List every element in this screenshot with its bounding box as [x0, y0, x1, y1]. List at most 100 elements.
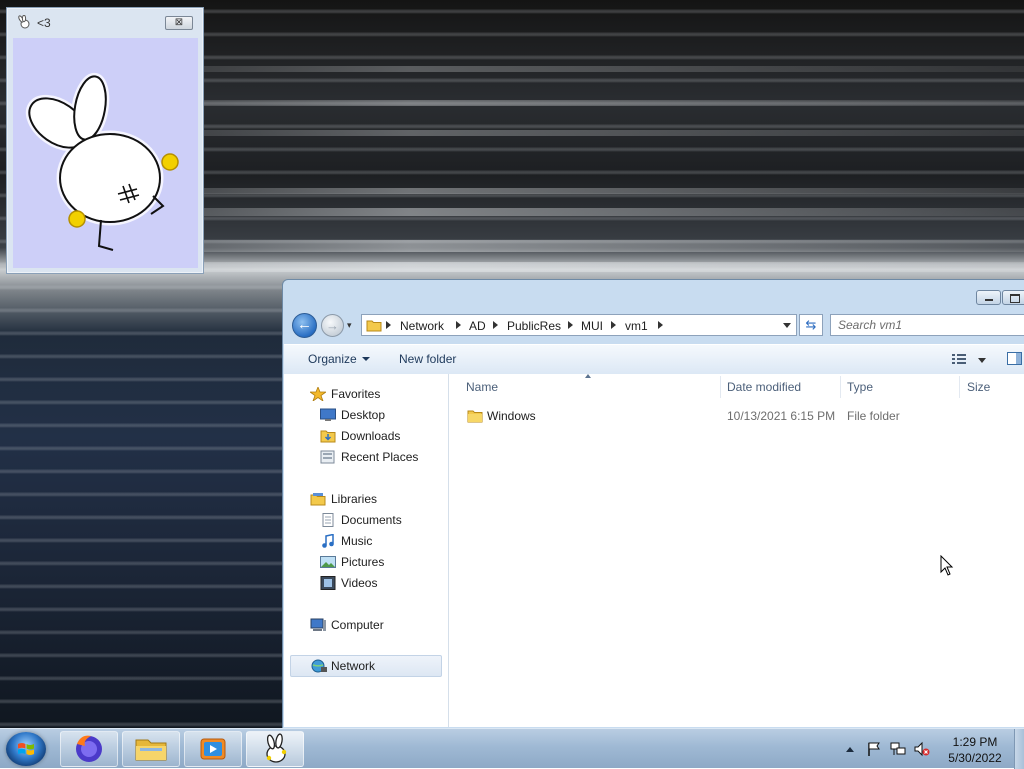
- bunny-app-icon: [266, 733, 287, 763]
- file-name: Windows: [487, 409, 536, 423]
- media-player-icon: [200, 738, 226, 760]
- column-header-date-modified[interactable]: Date modified: [727, 380, 801, 394]
- bunny-app-icon: [17, 14, 31, 29]
- nav-label: Recent Places: [341, 450, 419, 464]
- column-header-size[interactable]: Size: [967, 380, 990, 394]
- chevron-down-icon: [361, 357, 370, 361]
- action-center-flag-icon[interactable]: [866, 741, 882, 757]
- network-status-icon[interactable]: [890, 741, 906, 757]
- column-header-name[interactable]: Name: [466, 380, 498, 394]
- taskbar-explorer-button[interactable]: [122, 731, 180, 767]
- organize-button[interactable]: Organize: [308, 352, 370, 366]
- address-bar[interactable]: Network AD PublicRes MUI vm1: [361, 314, 797, 336]
- bunny-illustration: [25, 72, 179, 251]
- column-divider[interactable]: [959, 376, 960, 398]
- pictures-icon: [320, 555, 336, 569]
- gadget-close-button[interactable]: ⊠: [165, 16, 193, 30]
- file-type: File folder: [847, 409, 900, 423]
- column-divider[interactable]: [720, 376, 721, 398]
- documents-icon: [320, 513, 336, 527]
- nav-item-network[interactable]: Network: [290, 655, 442, 677]
- nav-label: Pictures: [341, 555, 385, 569]
- breadcrumb-separator-icon[interactable]: [456, 321, 461, 329]
- back-button[interactable]: ←: [292, 313, 317, 338]
- start-button[interactable]: [6, 732, 46, 766]
- minimize-button[interactable]: [976, 290, 1001, 305]
- nav-item-videos[interactable]: Videos: [320, 573, 440, 593]
- forward-button[interactable]: →: [321, 314, 344, 337]
- windows-logo-icon: [18, 743, 34, 755]
- breadcrumb-separator-icon[interactable]: [493, 321, 498, 329]
- clock-time[interactable]: 1:29 PM: [940, 735, 1010, 749]
- search-input[interactable]: [830, 314, 1024, 336]
- network-globe-icon: [311, 659, 327, 673]
- table-row[interactable]: Windows 10/13/2021 6:15 PM File folder: [449, 406, 1024, 426]
- film-strip-icon: [320, 576, 336, 590]
- maximize-button[interactable]: [1002, 290, 1024, 305]
- nav-label: Music: [341, 534, 373, 548]
- recent-places-icon: [320, 450, 336, 464]
- bunny-animation-canvas: [13, 38, 198, 268]
- computer-icon: [310, 618, 326, 632]
- folder-icon: [467, 409, 483, 426]
- libraries-icon: [310, 492, 326, 506]
- preview-pane-icon[interactable]: [1007, 352, 1022, 365]
- firefox-icon: [76, 735, 102, 762]
- nav-label: Videos: [341, 576, 378, 590]
- refresh-button[interactable]: ⇆: [799, 314, 823, 336]
- taskbar-bunny-gadget-button[interactable]: [246, 731, 304, 767]
- nav-label: Network: [331, 659, 376, 673]
- view-options-icon[interactable]: [952, 353, 966, 365]
- folder-icon: [366, 319, 382, 335]
- breadcrumb-publicres[interactable]: PublicRes: [507, 319, 561, 333]
- show-desktop-button[interactable]: [1014, 729, 1024, 769]
- address-dropdown-icon[interactable]: [783, 323, 791, 328]
- sort-ascending-icon: [585, 374, 591, 378]
- recent-pages-dropdown[interactable]: ▾: [347, 320, 352, 331]
- breadcrumb-separator-icon[interactable]: [568, 321, 573, 329]
- organize-label: Organize: [308, 352, 357, 366]
- volume-muted-icon[interactable]: [914, 741, 930, 757]
- file-list-pane: Name Date modified Type Size Windows 10/…: [449, 374, 1024, 727]
- nav-item-desktop[interactable]: Desktop: [320, 405, 440, 425]
- taskbar-firefox-button[interactable]: [60, 731, 118, 767]
- nav-item-recent-places[interactable]: Recent Places: [320, 447, 440, 467]
- nav-item-favorites[interactable]: Favorites: [308, 384, 440, 404]
- column-divider[interactable]: [840, 376, 841, 398]
- file-date-modified: 10/13/2021 6:15 PM: [727, 409, 836, 423]
- bunny-gadget-window: <3 ⊠: [6, 7, 204, 274]
- nav-item-pictures[interactable]: Pictures: [320, 552, 440, 572]
- nav-label: Favorites: [331, 387, 381, 401]
- nav-item-downloads[interactable]: Downloads: [320, 426, 440, 446]
- star-icon: [308, 385, 328, 403]
- breadcrumb-separator-icon[interactable]: [386, 321, 391, 329]
- breadcrumb-ad[interactable]: AD: [469, 319, 486, 333]
- nav-item-computer[interactable]: Computer: [310, 615, 440, 635]
- downloads-folder-icon: [320, 429, 336, 443]
- column-header-type[interactable]: Type: [847, 380, 873, 394]
- breadcrumb-separator-icon[interactable]: [658, 321, 663, 329]
- nav-label: Documents: [341, 513, 402, 527]
- nav-label: Desktop: [341, 408, 386, 422]
- taskbar: 1:29 PM 5/30/2022: [0, 728, 1024, 769]
- view-dropdown-icon[interactable]: [978, 358, 986, 363]
- explorer-folder-icon: [135, 739, 167, 761]
- explorer-window: ← → ▾ Network AD PublicRes MUI vm1 ⇆ Org…: [282, 279, 1024, 734]
- nav-item-documents[interactable]: Documents: [320, 510, 440, 530]
- clock-date[interactable]: 5/30/2022: [940, 751, 1010, 765]
- desktop-icon: [320, 408, 336, 422]
- breadcrumb-mui[interactable]: MUI: [581, 319, 603, 333]
- new-folder-button[interactable]: New folder: [399, 352, 456, 366]
- show-hidden-icons-button[interactable]: [846, 747, 854, 752]
- breadcrumb-network[interactable]: Network: [400, 319, 444, 333]
- gadget-title: <3: [37, 16, 51, 30]
- nav-item-libraries[interactable]: Libraries: [310, 489, 440, 509]
- taskbar-media-player-button[interactable]: [184, 731, 242, 767]
- nav-item-music[interactable]: Music: [320, 531, 440, 551]
- breadcrumb-separator-icon[interactable]: [611, 321, 616, 329]
- music-note-icon: [320, 533, 336, 548]
- breadcrumb-vm1[interactable]: vm1: [625, 319, 648, 333]
- navigation-pane: Favorites Desktop Downloads Recent Place…: [284, 374, 449, 727]
- gadget-title-bar[interactable]: <3 ⊠: [7, 8, 203, 36]
- command-bar: Organize New folder: [284, 344, 1024, 375]
